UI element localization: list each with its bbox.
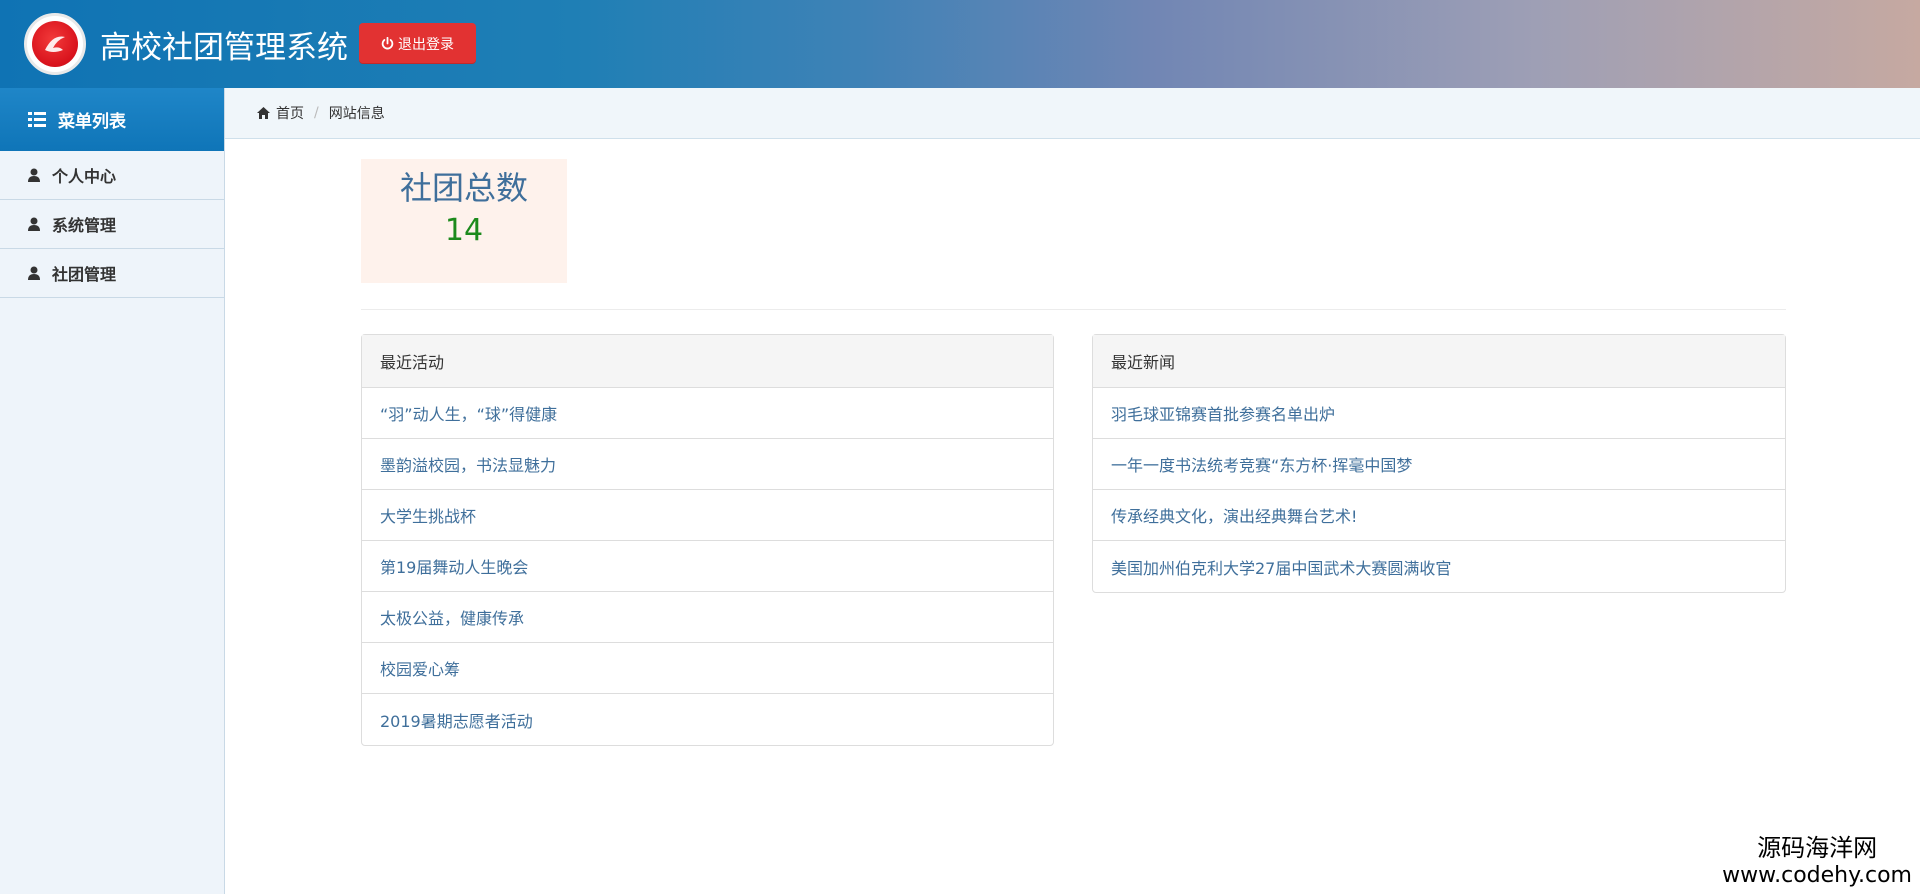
user-icon	[28, 168, 40, 182]
panel-title: 最近新闻	[1093, 335, 1785, 388]
watermark: 源码海洋网 www.codehy.com	[1722, 828, 1912, 888]
app-title: 高校社团管理系统	[100, 30, 348, 66]
list-icon	[28, 112, 46, 127]
breadcrumb-current: 网站信息	[328, 106, 385, 122]
sidebar-item-club-management[interactable]: 社团管理	[0, 249, 224, 298]
sidebar: 菜单列表 个人中心 系统管理 社团管理	[0, 88, 225, 894]
watermark-url: www.codehy.com	[1722, 863, 1912, 888]
sidebar-item-system-management[interactable]: 系统管理	[0, 200, 224, 249]
club-count-label: 社团总数	[399, 169, 528, 207]
watermark-text: 源码海洋网	[1757, 834, 1878, 862]
user-icon	[28, 217, 40, 231]
power-icon	[381, 37, 394, 50]
club-count-card: 社团总数 14	[361, 159, 567, 283]
activity-link[interactable]: 墨韵溢校园，书法显魅力	[362, 439, 1053, 490]
news-link[interactable]: 羽毛球亚锦赛首批参赛名单出炉	[1093, 388, 1785, 439]
activity-link[interactable]: 2019暑期志愿者活动	[362, 694, 1053, 745]
university-logo	[24, 13, 86, 75]
menu-header: 菜单列表	[0, 88, 224, 151]
news-link[interactable]: 一年一度书法统考竞赛“东方杯·挥毫中国梦	[1093, 439, 1785, 490]
club-count-value: 14	[444, 213, 484, 248]
logout-button[interactable]: 退出登录	[359, 23, 476, 64]
user-icon	[28, 266, 40, 280]
sidebar-item-label: 社团管理	[52, 265, 117, 284]
recent-activities-panel: 最近活动 “羽”动人生，“球”得健康 墨韵溢校园，书法显魅力 大学生挑战杯 第1…	[361, 334, 1054, 746]
activity-link[interactable]: 大学生挑战杯	[362, 490, 1053, 541]
activity-link[interactable]: 第19届舞动人生晚会	[362, 541, 1053, 592]
news-link[interactable]: 美国加州伯克利大学27届中国武术大赛圆满收官	[1093, 541, 1785, 592]
panel-title: 最近活动	[362, 335, 1053, 388]
breadcrumb-separator: /	[314, 105, 319, 121]
divider	[361, 309, 1786, 310]
sidebar-item-personal-center[interactable]: 个人中心	[0, 151, 224, 200]
recent-news-panel: 最近新闻 羽毛球亚锦赛首批参赛名单出炉 一年一度书法统考竞赛“东方杯·挥毫中国梦…	[1092, 334, 1786, 593]
menu-title: 菜单列表	[58, 112, 126, 132]
activity-link[interactable]: “羽”动人生，“球”得健康	[362, 388, 1053, 439]
activity-link[interactable]: 太极公益，健康传承	[362, 592, 1053, 643]
sidebar-item-label: 系统管理	[52, 216, 117, 235]
breadcrumb: 首页 / 网站信息	[225, 88, 1920, 139]
top-header: 高校社团管理系统 退出登录	[0, 0, 1920, 88]
news-link[interactable]: 传承经典文化，演出经典舞台艺术!	[1093, 490, 1785, 541]
sidebar-item-label: 个人中心	[52, 167, 117, 186]
logout-label: 退出登录	[398, 36, 454, 53]
home-icon	[257, 107, 270, 119]
activity-link[interactable]: 校园爱心筹	[362, 643, 1053, 694]
breadcrumb-home-link[interactable]: 首页	[276, 103, 304, 123]
